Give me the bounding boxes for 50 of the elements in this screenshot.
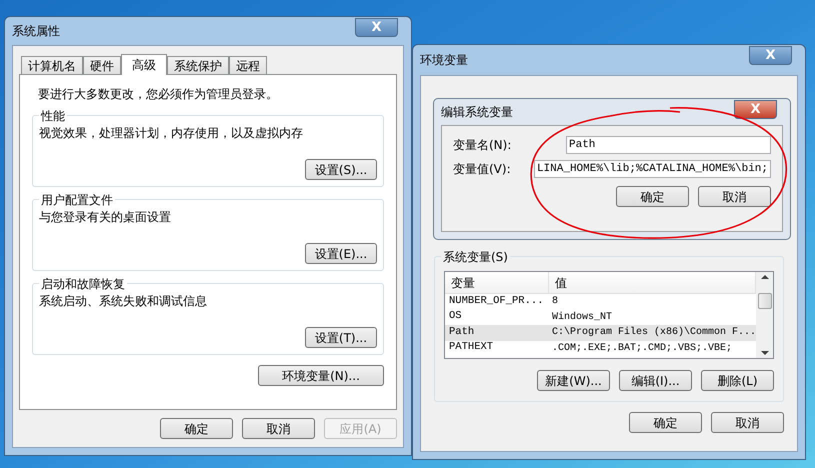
settings-button[interactable]: 设置(E)... xyxy=(305,243,377,264)
dialog-button[interactable]: 取消 xyxy=(711,412,784,433)
column-header[interactable]: 变量 xyxy=(445,272,549,293)
variable-name: PATHEXT xyxy=(448,340,494,356)
field-label: 变量值(V): xyxy=(453,161,512,178)
variable-row[interactable]: PATHEXT .COM;.EXE;.BAT;.CMD;.VBS;.VBE; xyxy=(445,340,756,356)
variable-value: C:\Program Files (x86)\Common F... xyxy=(551,326,758,340)
dialog-button[interactable]: 取消 xyxy=(242,418,315,439)
list-button[interactable]: 编辑(I)... xyxy=(619,370,692,391)
variable-name: OS xyxy=(448,309,463,324)
group-description: 视觉效果，处理器计划，内存使用，以及虚拟内存 xyxy=(39,125,304,142)
group-title: 系统变量(S) xyxy=(441,248,510,266)
list-button[interactable]: 删除(L) xyxy=(701,370,774,391)
tab[interactable]: 高级 xyxy=(121,54,167,75)
list-button[interactable]: 新建(W)... xyxy=(537,370,610,391)
group-description: 系统启动、系统失败和调试信息 xyxy=(39,293,208,310)
window-title: 系统属性 xyxy=(12,23,60,40)
window-title: 编辑系统变量 xyxy=(441,104,513,121)
variable-row[interactable]: OS Windows_NT xyxy=(445,310,756,325)
group-title: 用户配置文件 xyxy=(39,191,115,209)
tab[interactable]: 远程 xyxy=(229,56,267,74)
settings-button[interactable]: 设置(S)... xyxy=(305,159,377,180)
field-label: 变量名(N): xyxy=(453,137,512,154)
dialog-button[interactable]: 确定 xyxy=(616,186,689,207)
variable-name: NUMBER_OF_PR... xyxy=(448,294,545,309)
environment-variables-button[interactable]: 环境变量(N)... xyxy=(258,365,384,386)
dialog-button[interactable]: 确定 xyxy=(629,412,702,433)
scrollbar[interactable] xyxy=(756,272,773,358)
dialog-button[interactable]: 取消 xyxy=(698,186,771,207)
group-description: 与您登录有关的桌面设置 xyxy=(39,209,172,226)
scroll-up-icon[interactable] xyxy=(760,275,768,279)
variable-value: 8 xyxy=(551,295,560,310)
admin-notice: 要进行大多数更改，您必须作为管理员登录。 xyxy=(38,86,279,103)
variable-row[interactable]: Path C:\Program Files (x86)\Common F... xyxy=(445,325,756,340)
scroll-down-icon[interactable] xyxy=(760,351,768,355)
variable-row[interactable]: NUMBER_OF_PR... 8 xyxy=(445,294,756,310)
variable-value: .COM;.EXE;.BAT;.CMD;.VBS;.VBE; xyxy=(551,342,734,356)
group-title: 启动和故障恢复 xyxy=(39,275,127,293)
tab[interactable]: 系统保护 xyxy=(167,56,229,74)
variable-value: Windows_NT xyxy=(551,310,614,325)
variable-name: Path xyxy=(448,324,476,340)
window-title: 环境变量 xyxy=(420,52,468,69)
tab[interactable]: 计算机名 xyxy=(21,56,83,74)
group-title: 性能 xyxy=(39,107,67,125)
scroll-thumb[interactable] xyxy=(758,293,772,309)
dialog-button[interactable]: 确定 xyxy=(160,418,233,439)
settings-button[interactable]: 设置(T)... xyxy=(305,327,377,348)
tab[interactable]: 硬件 xyxy=(83,56,121,74)
input-field[interactable]: Path xyxy=(566,136,771,154)
input-field[interactable]: LINA_HOME%\lib;%CATALINA_HOME%\bin; xyxy=(534,160,771,178)
